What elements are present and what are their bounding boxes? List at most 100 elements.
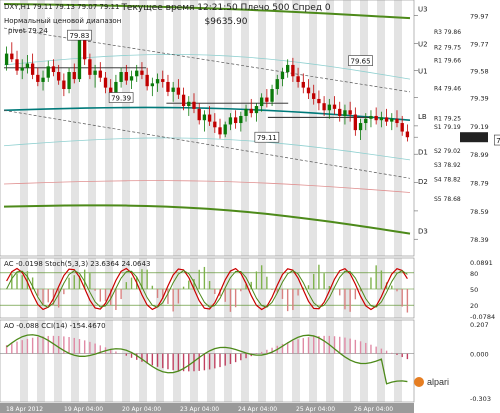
chart-canvas[interactable]: 79.83 79.39 79.11 79.65 79.09 79.97 79.77 79.5…: [0, 0, 500, 413]
indicator-name: Нормальный ценовой диапазон: [4, 17, 121, 25]
session-band: [394, 258, 402, 318]
session-band: [309, 320, 317, 402]
candle-body: [374, 115, 378, 121]
candle-body: [20, 67, 24, 71]
annotation-label: 79.65: [351, 58, 371, 66]
osc1-axis-label: -0.0784: [470, 313, 495, 321]
session-band: [343, 0, 351, 256]
candle-body: [135, 70, 139, 77]
time-tick-label: 18 Apr 2012: [6, 406, 43, 413]
osc1-axis-label: 80: [470, 270, 478, 278]
candle-body: [301, 81, 305, 88]
price-tick-label: 79.58: [470, 68, 489, 76]
session-band: [122, 0, 130, 256]
candle-body: [213, 121, 217, 128]
candle-body: [15, 59, 19, 71]
candle-body: [306, 87, 311, 94]
session-band: [139, 320, 147, 402]
osc1-axis-label: 20: [470, 302, 478, 310]
candle-body: [286, 64, 290, 73]
price-tick-label: 78.39: [470, 236, 489, 244]
candle-body: [270, 89, 274, 102]
candle-body: [317, 98, 321, 104]
trading-chart[interactable]: 79.83 79.39 79.11 79.65 79.09 79.97 79.77 79.5…: [0, 0, 500, 413]
candle-body: [197, 108, 201, 121]
session-band: [156, 258, 164, 318]
session-band: [20, 320, 28, 402]
level-label: U1: [418, 68, 428, 76]
osc2-axis-label: -0.303: [470, 395, 491, 403]
session-band: [360, 258, 368, 318]
session-band: [122, 320, 130, 402]
candle-body: [390, 118, 394, 122]
osc2-axis-label: 0.000: [470, 351, 489, 359]
candle-body: [72, 72, 76, 80]
session-band: [139, 0, 147, 256]
candle-body: [405, 131, 410, 138]
indicator-value: pivot 79.24: [8, 27, 48, 35]
candle-body: [67, 72, 71, 90]
symbol-line: DXY,H1 79.11 79.13 79.07 79.11: [4, 3, 119, 11]
level-label: LB: [418, 113, 427, 121]
candle-body: [114, 81, 118, 94]
price-tick-label: 78.59: [470, 208, 489, 216]
annotation-label: 79.09: [496, 137, 500, 145]
pivot-label: R1 79.25: [434, 115, 461, 122]
time-tick-label: 19 Apr 04:00: [64, 406, 103, 413]
session-band: [71, 320, 79, 402]
session-band: [37, 320, 45, 402]
candle-body: [265, 97, 269, 102]
session-band: [258, 0, 266, 256]
session-band: [394, 320, 402, 402]
osc1-axis-label: 0.0891: [470, 259, 493, 267]
candle-body: [62, 80, 66, 90]
candle-body: [30, 63, 35, 75]
candle-body: [400, 123, 404, 132]
candle-body: [322, 103, 326, 111]
candle-body: [395, 118, 399, 124]
session-band: [20, 0, 28, 256]
time-tick-label: 20 Apr 04:00: [122, 406, 161, 413]
session-band: [275, 320, 283, 402]
oscillator1-title: AC -0.0198 Stoch(5,3,3) 23.6364 24.0643: [4, 260, 150, 268]
price-tick-label: 79.77: [470, 41, 489, 49]
candle-body: [358, 123, 363, 131]
candle-body: [364, 118, 368, 124]
candle-body: [103, 77, 108, 88]
session-band: [156, 0, 164, 256]
candle-body: [384, 117, 389, 122]
price-tick-label: 79.39: [470, 95, 489, 103]
osc2-axis-label: 0.207: [470, 321, 489, 329]
candle-body: [51, 66, 56, 73]
price-tick-label: 78.99: [470, 151, 489, 159]
session-band: [173, 258, 181, 318]
broker-logo: alpari: [414, 377, 449, 387]
pivot-label: S1 79.19: [434, 124, 461, 131]
balance: $9635.90: [205, 17, 248, 27]
time-axis: 18 Apr 2012 19 Apr 04:00 20 Apr 04:00 23 Ap…: [0, 403, 414, 413]
osc1-axis-label: 50: [470, 286, 478, 294]
candle-body: [353, 114, 358, 131]
level-label: U2: [418, 41, 428, 49]
session-band: [54, 0, 62, 256]
candle-body: [161, 79, 165, 82]
pivot-label: S2 79.02: [434, 148, 461, 155]
candle-body: [239, 115, 243, 124]
candle-body: [332, 104, 337, 109]
candle-body: [171, 87, 175, 92]
candle-body: [379, 117, 384, 121]
candle-body: [124, 72, 128, 81]
session-band: [88, 320, 96, 402]
candle-body: [296, 76, 300, 82]
pivot-label: S4 78.82: [434, 176, 461, 183]
candle-body: [150, 83, 155, 87]
session-band: [326, 320, 334, 402]
candle-body: [369, 115, 373, 119]
time-tick-label: 26 Apr 04:00: [354, 406, 393, 413]
session-band: [360, 320, 368, 402]
session-band: [173, 0, 181, 256]
annotation-label: 79.11: [257, 134, 277, 142]
session-band: [275, 0, 283, 256]
session-band: [207, 0, 215, 256]
level-label: D2: [418, 178, 428, 186]
